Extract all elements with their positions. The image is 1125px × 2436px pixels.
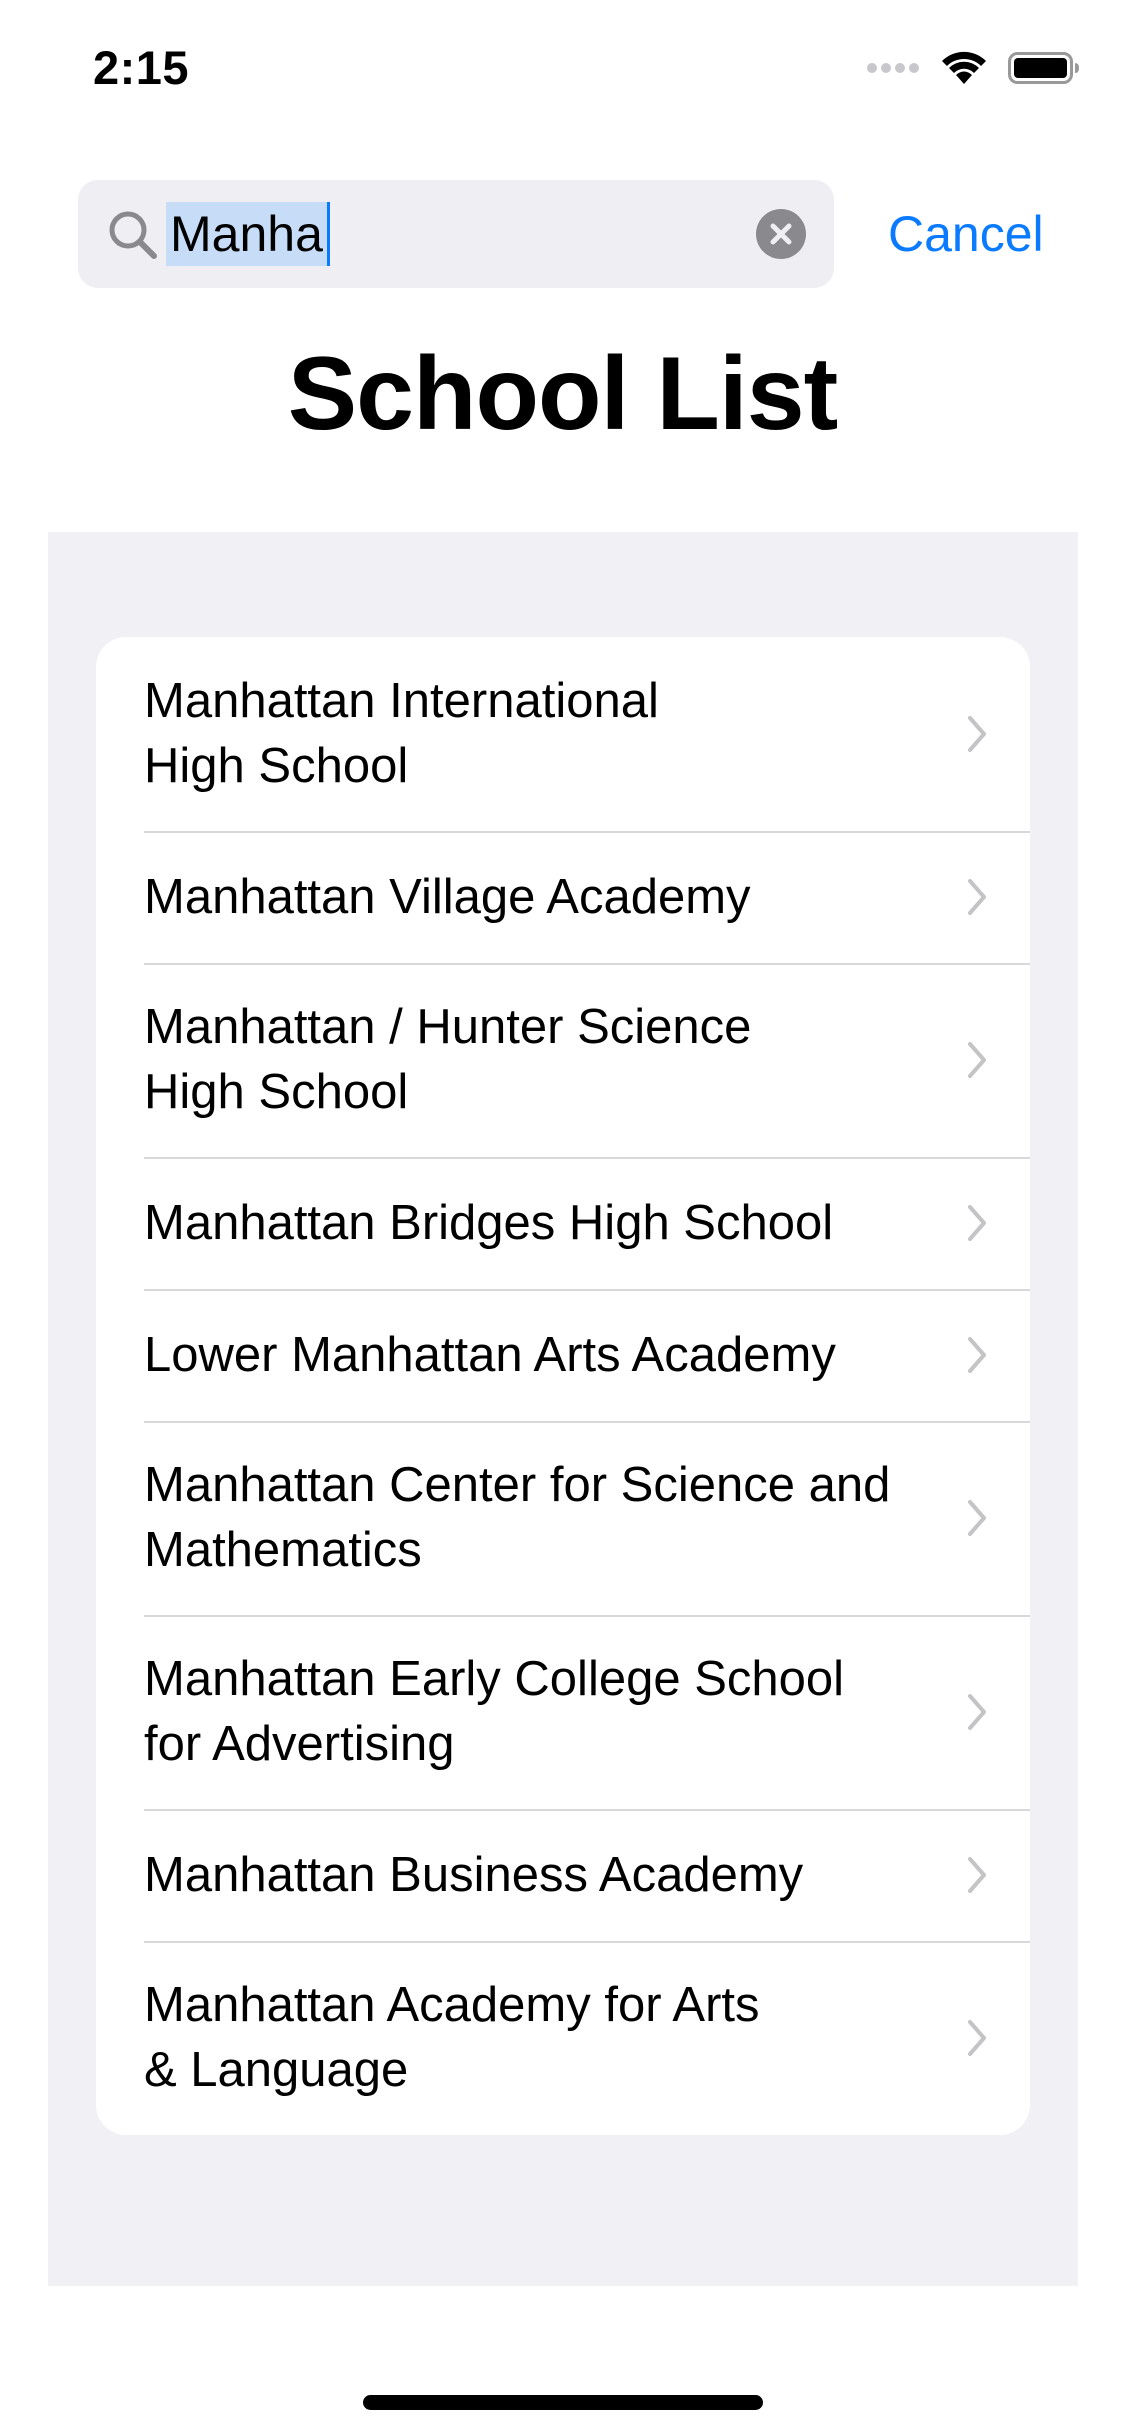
chevron-right-icon <box>968 2020 986 2056</box>
school-row[interactable]: Manhattan / Hunter Science High School <box>96 963 1030 1157</box>
school-name: Manhattan Bridges High School <box>144 1195 834 1250</box>
school-row[interactable]: Manhattan Center for Science and Mathemat… <box>96 1421 1030 1615</box>
school-row[interactable]: Manhattan Early College School for Advert… <box>96 1615 1030 1809</box>
school-name: Manhattan Village Academy <box>144 869 751 924</box>
status-icons <box>866 50 1080 86</box>
clear-x-icon <box>770 223 792 245</box>
search-input[interactable]: Manha <box>166 202 330 266</box>
school-row[interactable]: Lower Manhattan Arts Academy <box>96 1289 1030 1421</box>
chevron-right-icon <box>968 1205 986 1241</box>
school-name: Manhattan Business Academy <box>144 1847 804 1902</box>
list-background: Manhattan International High School Manha… <box>48 532 1078 2286</box>
school-name: Lower Manhattan Arts Academy <box>144 1327 836 1382</box>
clear-icon[interactable] <box>756 209 806 259</box>
school-row[interactable]: Manhattan International High School <box>96 637 1030 831</box>
school-row[interactable]: Manhattan Business Academy <box>96 1809 1030 1941</box>
chevron-right-icon <box>968 716 986 752</box>
school-row[interactable]: Manhattan Academy for Arts & Language <box>96 1941 1030 2135</box>
school-row[interactable]: Manhattan Village Academy <box>96 831 1030 963</box>
cancel-button[interactable]: Cancel <box>888 204 1044 264</box>
status-time: 2:15 <box>93 41 190 94</box>
school-name: Manhattan Academy for Arts & Language <box>144 1978 760 2097</box>
school-list: Manhattan International High School Manha… <box>96 637 1030 2135</box>
wifi-icon <box>942 51 986 84</box>
search-field[interactable]: Manha <box>78 180 834 288</box>
school-row[interactable]: Manhattan Bridges High School <box>96 1157 1030 1289</box>
school-name: Manhattan International High School <box>144 674 659 793</box>
cellular-signal-icon <box>867 63 919 73</box>
chevron-right-icon <box>968 879 986 915</box>
search-icon <box>109 211 157 259</box>
chevron-right-icon <box>968 1500 986 1536</box>
school-name: Manhattan Center for Science and Mathemat… <box>144 1458 891 1577</box>
status-bar: 2:15 <box>0 0 1125 132</box>
chevron-right-icon <box>968 1042 986 1078</box>
home-indicator[interactable] <box>363 2395 763 2410</box>
chevron-right-icon <box>968 1694 986 1730</box>
chevron-right-icon <box>968 1337 986 1373</box>
screen: 2:15 Manha Cancel School List Manhattan … <box>0 0 1125 2436</box>
chevron-right-icon <box>968 1857 986 1893</box>
battery-icon <box>1008 52 1079 84</box>
school-name: Manhattan Early College School for Advert… <box>144 1652 845 1771</box>
page-title: School List <box>287 336 838 452</box>
school-name: Manhattan / Hunter Science High School <box>144 1000 752 1119</box>
